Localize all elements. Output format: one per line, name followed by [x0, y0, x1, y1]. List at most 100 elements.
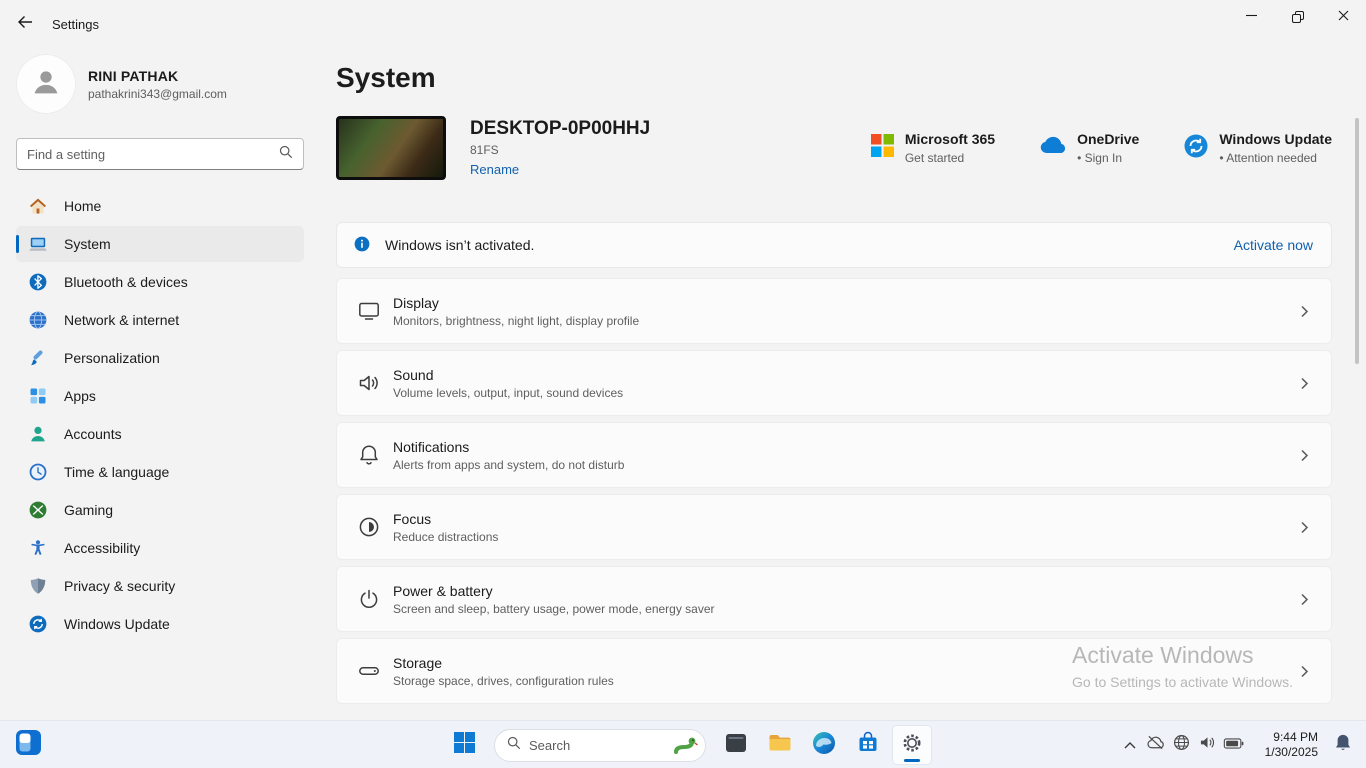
minimize-icon — [1246, 8, 1257, 26]
focus-icon — [357, 515, 381, 539]
taskbar-search[interactable]: Search — [494, 729, 706, 762]
rename-link[interactable]: Rename — [470, 162, 519, 177]
device-model: 81FS — [470, 143, 650, 157]
taskbar: Search — [0, 720, 1366, 768]
chevron-right-icon — [1298, 521, 1311, 534]
info-icon — [353, 235, 371, 256]
windows-update-status-icon — [1183, 133, 1209, 164]
sidebar-item-apps[interactable]: Apps — [16, 378, 304, 414]
widgets-button[interactable] — [14, 731, 42, 759]
quick-link-title: Microsoft 365 — [905, 131, 995, 147]
restore-button[interactable] — [1274, 0, 1320, 34]
settings-row-focus[interactable]: Focus Reduce distractions — [336, 494, 1332, 560]
folder-icon — [767, 730, 793, 761]
settings-row-title: Notifications — [393, 439, 624, 455]
sidebar-item-accounts[interactable]: Accounts — [16, 416, 304, 452]
personalization-brush-icon — [28, 348, 48, 368]
sidebar-item-label: Personalization — [64, 350, 160, 366]
globe-icon — [1173, 734, 1190, 756]
settings-taskbar-button[interactable] — [892, 725, 932, 765]
user-profile[interactable]: RINI PATHAK pathakrini343@gmail.com — [16, 54, 304, 114]
search-input[interactable] — [27, 147, 279, 162]
settings-row-subtitle: Monitors, brightness, night light, displ… — [393, 314, 639, 328]
edge-button[interactable] — [804, 725, 844, 765]
activation-message: Windows isn’t activated. — [385, 237, 534, 253]
display-icon — [357, 299, 381, 323]
sidebar-item-label: Accessibility — [64, 540, 140, 556]
restore-icon — [1293, 13, 1302, 22]
settings-list: Display Monitors, brightness, night ligh… — [336, 278, 1332, 704]
cloud-off-icon — [1146, 735, 1165, 755]
network-tray-button[interactable] — [1168, 725, 1194, 765]
close-button[interactable] — [1320, 0, 1366, 34]
quick-link-microsoft-365[interactable]: Microsoft 365 Get started — [870, 131, 995, 165]
settings-row-subtitle: Alerts from apps and system, do not dist… — [393, 458, 624, 472]
main-content: System DESKTOP-0P00HHJ 81FS Rename Micro… — [336, 48, 1332, 720]
taskbar-center: Search — [444, 725, 932, 765]
start-button[interactable] — [444, 725, 484, 765]
sidebar-item-accessibility[interactable]: Accessibility — [16, 530, 304, 566]
settings-row-title: Power & battery — [393, 583, 715, 599]
sidebar-item-windows-update[interactable]: Windows Update — [16, 606, 304, 642]
file-explorer-button[interactable] — [760, 725, 800, 765]
chevron-right-icon — [1298, 449, 1311, 462]
sidebar-item-bluetooth-devices[interactable]: Bluetooth & devices — [16, 264, 304, 300]
quick-link-windows-update[interactable]: Windows Update • Attention needed — [1183, 131, 1332, 165]
quick-link-subtitle: Get started — [905, 151, 995, 165]
microsoft-store-button[interactable] — [848, 725, 888, 765]
sidebar-item-privacy-security[interactable]: Privacy & security — [16, 568, 304, 604]
pinned-app-icon — [724, 731, 748, 760]
sidebar-item-time-language[interactable]: Time & language — [16, 454, 304, 490]
quick-link-subtitle: • Attention needed — [1219, 151, 1332, 165]
notifications-button[interactable] — [1326, 725, 1360, 765]
battery-tray-button[interactable] — [1220, 725, 1246, 765]
gear-icon — [900, 731, 924, 760]
onedrive-tray-button[interactable] — [1142, 725, 1168, 765]
apps-grid-icon — [28, 386, 48, 406]
activation-banner: Windows isn’t activated. Activate now — [336, 222, 1332, 268]
search-icon — [507, 736, 521, 755]
sidebar-item-gaming[interactable]: Gaming — [16, 492, 304, 528]
system-icon — [28, 234, 48, 254]
person-icon — [29, 65, 63, 104]
sidebar-item-label: Accounts — [64, 426, 122, 442]
app-title: Settings — [52, 17, 99, 32]
sidebar-item-network-internet[interactable]: Network & internet — [16, 302, 304, 338]
chevron-right-icon — [1298, 305, 1311, 318]
quick-link-onedrive[interactable]: OneDrive • Sign In — [1039, 131, 1139, 165]
device-header: DESKTOP-0P00HHJ 81FS Rename Microsoft 36… — [336, 116, 1332, 180]
sidebar-item-system[interactable]: System — [16, 226, 304, 262]
system-tray: 9:44 PM 1/30/2025 — [1118, 721, 1360, 768]
search-icon — [279, 145, 293, 164]
taskbar-clock[interactable]: 9:44 PM 1/30/2025 — [1256, 730, 1318, 760]
battery-icon — [1223, 736, 1244, 754]
storage-icon — [357, 659, 381, 683]
back-button[interactable] — [8, 9, 42, 39]
chevron-right-icon — [1298, 593, 1311, 606]
search-highlight-icon — [673, 734, 699, 756]
activate-now-link[interactable]: Activate now — [1234, 237, 1313, 253]
device-thumbnail — [336, 116, 446, 180]
pinned-app-button[interactable] — [716, 725, 756, 765]
shield-icon — [28, 576, 48, 596]
scrollbar[interactable] — [1355, 118, 1359, 364]
avatar — [16, 54, 76, 114]
sidebar-item-label: Apps — [64, 388, 96, 404]
sidebar-nav: Home System Bluetooth & devices Network … — [16, 188, 304, 642]
sound-icon — [357, 371, 381, 395]
window-controls — [1228, 0, 1366, 34]
settings-row-sound[interactable]: Sound Volume levels, output, input, soun… — [336, 350, 1332, 416]
settings-row-storage[interactable]: Storage Storage space, drives, configura… — [336, 638, 1332, 704]
settings-row-power-battery[interactable]: Power & battery Screen and sleep, batter… — [336, 566, 1332, 632]
settings-row-notifications[interactable]: Notifications Alerts from apps and syste… — [336, 422, 1332, 488]
minimize-button[interactable] — [1228, 0, 1274, 34]
windows-logo-icon — [453, 731, 476, 759]
windows-update-icon — [28, 614, 48, 634]
sidebar-item-personalization[interactable]: Personalization — [16, 340, 304, 376]
sidebar-item-label: Time & language — [64, 464, 169, 480]
volume-tray-button[interactable] — [1194, 725, 1220, 765]
sidebar-item-home[interactable]: Home — [16, 188, 304, 224]
tray-chevron-button[interactable] — [1118, 725, 1142, 765]
settings-search-box[interactable] — [16, 138, 304, 170]
settings-row-display[interactable]: Display Monitors, brightness, night ligh… — [336, 278, 1332, 344]
